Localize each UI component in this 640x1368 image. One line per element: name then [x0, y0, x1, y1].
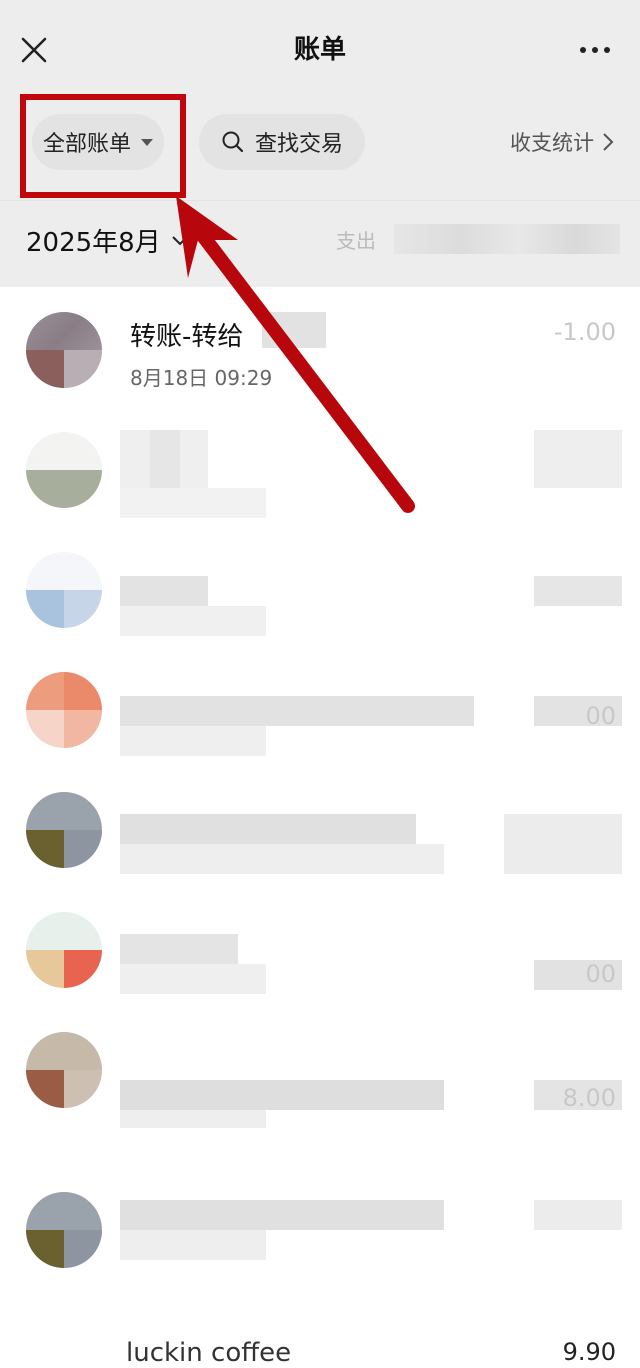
annotation-arrow-icon	[176, 196, 415, 513]
